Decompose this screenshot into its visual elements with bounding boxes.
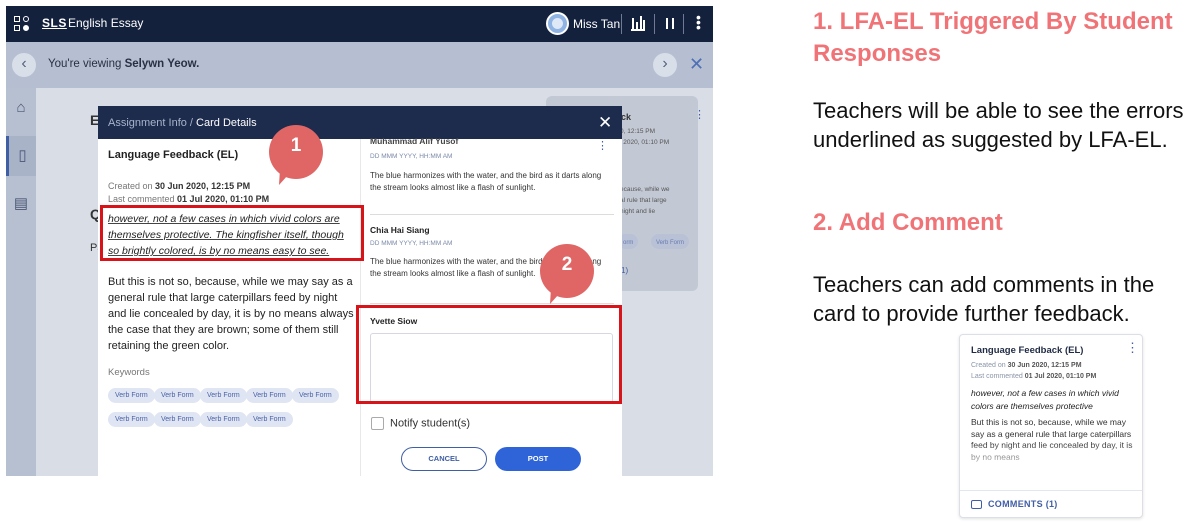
side-nav: ⌂ ▯ ▤	[6, 88, 36, 476]
more-vertical-icon: ⋮	[694, 109, 705, 121]
keyword-chip[interactable]: Verb Form	[200, 388, 247, 403]
bar-chart-icon[interactable]	[631, 16, 645, 31]
response-body: But this is not so, because, while we ma…	[108, 276, 354, 352]
comment-icon	[971, 500, 982, 509]
user-avatar[interactable]	[546, 12, 569, 35]
callout-number: 1	[290, 135, 302, 156]
background-card-line: al rule that large	[620, 197, 667, 204]
background-card-date: 0, 12:15 PM	[620, 128, 656, 135]
more-vertical-icon[interactable]: • • •	[696, 10, 701, 34]
more-vertical-icon[interactable]: ⋮	[1126, 340, 1139, 356]
divider	[621, 14, 622, 34]
fade-overlay	[960, 443, 1142, 473]
brand-logo[interactable]: SLS	[42, 16, 67, 30]
heading-add-comment: 2. Add Comment	[813, 209, 1003, 236]
close-icon[interactable]: ✕	[689, 55, 704, 73]
paragraph-lfa-el: Teachers will be able to see the errors …	[813, 98, 1184, 152]
assignment-icon[interactable]: ▯	[6, 136, 36, 176]
background-card-line: ecause, while we	[620, 186, 670, 193]
document-icon[interactable]: ▤	[6, 184, 36, 224]
breadcrumb-parent[interactable]: Assignment Info /	[108, 117, 196, 129]
highlight-box-1	[100, 205, 364, 261]
apps-grid-icon[interactable]	[14, 16, 30, 32]
keyword-chip[interactable]: Verb Form	[108, 388, 155, 403]
keyword-chip[interactable]: Verb Form	[292, 388, 339, 403]
keyword-chip[interactable]: Verb Form	[200, 412, 247, 427]
student-name: Selywn Yeow.	[124, 58, 200, 70]
notify-checkbox[interactable]	[371, 417, 384, 430]
keyword-chip[interactable]: Verb Form	[246, 388, 293, 403]
divider	[683, 14, 684, 34]
chevron-left-icon[interactable]: ‹	[12, 53, 36, 77]
mini-quote: however, not a few cases in which vivid …	[971, 388, 1119, 411]
background-card-comments: 1)	[621, 266, 629, 275]
heading-lfa-el: 1. LFA-EL Triggered By Student Responses	[813, 8, 1173, 67]
background-chip: Verb Form	[651, 234, 690, 249]
home-icon[interactable]: ⌂	[6, 88, 36, 128]
notify-students[interactable]: Notify student(s)	[371, 417, 470, 430]
callout-badge-1: 1	[266, 125, 326, 185]
paragraph-add-comment: Teachers can add comments in the card to…	[813, 272, 1155, 326]
user-name[interactable]: Miss Tan	[573, 17, 620, 31]
more-vertical-icon[interactable]: ⋮	[597, 139, 608, 152]
pause-icon[interactable]	[666, 18, 674, 29]
highlight-box-2	[356, 305, 622, 404]
background-card-date: l 2020, 01:10 PM	[620, 139, 670, 146]
created-meta: Created on 30 Jun 2020, 12:15 PM	[108, 181, 251, 191]
divider	[654, 14, 655, 34]
close-icon[interactable]: ✕	[598, 114, 612, 131]
comment-date: DD MMM YYYY, HH:MM AM	[370, 153, 453, 160]
comments-footer[interactable]: COMMENTS (1)	[960, 490, 1142, 517]
background-card-line: night and lie	[620, 208, 656, 215]
lesson-title: English Essay	[68, 16, 144, 30]
comments-count[interactable]: COMMENTS (1)	[988, 499, 1058, 509]
notify-label: Notify student(s)	[390, 417, 471, 430]
breadcrumb: Assignment Info / Card Details	[108, 117, 257, 129]
commenter-name: Chia Hai Siang	[370, 225, 430, 235]
keywords-label: Keywords	[108, 367, 150, 378]
top-bar: SLS English Essay Miss Tan • • •	[6, 6, 713, 42]
mini-created-meta: Created on 30 Jun 2020, 12:15 PM	[971, 362, 1082, 369]
cancel-button[interactable]: CANCEL	[401, 447, 487, 471]
viewing-text: You're viewing Selywn Yeow.	[48, 58, 200, 70]
feedback-card-preview: Language Feedback (EL) ⋮ Created on 30 J…	[959, 334, 1143, 518]
callout-number: 2	[561, 254, 573, 275]
comment-text: The blue harmonizes with the water, and …	[370, 171, 602, 192]
last-commented-meta: Last commented 01 Jul 2020, 01:10 PM	[108, 194, 270, 204]
keyword-chip[interactable]: Verb Form	[246, 412, 293, 427]
post-button[interactable]: POST	[495, 447, 581, 471]
mini-last-commented-meta: Last commented 01 Jul 2020, 01:10 PM	[971, 373, 1097, 380]
chevron-right-icon[interactable]: ›	[653, 53, 677, 77]
modal-header: Assignment Info / Card Details ✕	[98, 106, 622, 139]
breadcrumb-current: Card Details	[196, 117, 257, 129]
commenter-name: Muhammad Alif Yusof	[370, 136, 459, 146]
keyword-chip[interactable]: Verb Form	[154, 388, 201, 403]
card-title: Language Feedback (EL)	[108, 149, 239, 161]
mini-card-title: Language Feedback (EL)	[971, 345, 1084, 356]
viewing-bar: ‹ You're viewing Selywn Yeow. › ✕	[6, 42, 713, 88]
callout-badge-2: 2	[537, 244, 597, 304]
keyword-chip[interactable]: Verb Form	[154, 412, 201, 427]
comment-divider	[370, 214, 614, 215]
feedback-pane: Language Feedback (EL) Created on 30 Jun…	[98, 139, 360, 476]
keyword-chip[interactable]: Verb Form	[108, 412, 155, 427]
comment-date: DD MMM YYYY, HH:MM AM	[370, 240, 453, 247]
